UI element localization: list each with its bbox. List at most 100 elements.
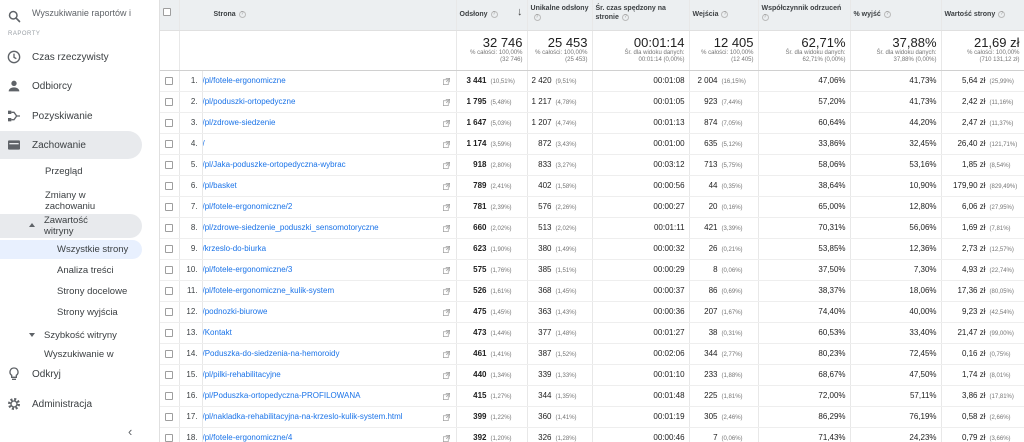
sub-site-speed[interactable]: Szybkość witryny [44, 330, 117, 341]
row-checkbox[interactable] [165, 160, 174, 169]
select-all-checkbox[interactable] [163, 8, 171, 16]
open-page-icon[interactable] [442, 245, 450, 253]
nav-admin[interactable]: Administracja [0, 390, 159, 418]
help-icon[interactable]: ? [238, 10, 246, 18]
help-icon[interactable]: ? [761, 13, 769, 21]
search-icon[interactable] [7, 9, 22, 24]
open-page-icon[interactable] [442, 371, 450, 379]
nav-acquisition[interactable]: Pozyskiwanie [0, 102, 159, 130]
page-link[interactable]: /krzeslo-do-biurka [203, 244, 431, 253]
page-link[interactable]: /pl/fotele-ergonomiczne/4 [203, 433, 431, 442]
row-checkbox[interactable] [165, 139, 174, 148]
page-link[interactable]: /podnozki-biurowe [203, 307, 431, 316]
page-link[interactable]: /pl/Jaka-poduszke-ortopedyczna-wybrac [203, 160, 431, 169]
col-unique-pageviews[interactable]: Unikalne odsłony? [527, 0, 593, 31]
col-exit[interactable]: % wyjść? [850, 0, 942, 31]
help-icon[interactable]: ? [998, 10, 1006, 18]
page-value: 2,73 zł [961, 244, 986, 253]
page-link[interactable]: / [203, 139, 431, 148]
open-page-icon[interactable] [442, 413, 450, 421]
entrances-pct: (0,21%) [721, 247, 743, 253]
open-page-icon[interactable] [442, 224, 450, 232]
col-avg-time[interactable]: Śr. czas spędzony na stronie? [592, 0, 690, 31]
collapse-sidebar-icon[interactable]: ‹ [128, 424, 132, 439]
page-link[interactable]: /pl/fotele-ergonomiczne [203, 76, 431, 85]
sub-site-search[interactable]: Wyszukiwanie w [44, 349, 114, 360]
row-checkbox[interactable] [165, 202, 174, 211]
row-checkbox[interactable] [165, 349, 174, 358]
row-checkbox[interactable] [165, 118, 174, 127]
page-link[interactable]: /pl/fotele-ergonomiczne/2 [203, 202, 431, 211]
search-input[interactable] [32, 8, 132, 18]
col-bounce-rate[interactable]: Współczynnik odrzuceń? [758, 0, 851, 31]
sub-site-content[interactable]: Zawartość witryny [0, 214, 142, 238]
open-page-icon[interactable] [442, 308, 450, 316]
nav-realtime[interactable]: Czas rzeczywisty [0, 43, 159, 71]
page-link[interactable]: /pl/fotele-ergonomiczne_kulik-system [203, 286, 431, 295]
sub-all-pages[interactable]: Wszystkie strony [0, 240, 142, 259]
row-checkbox[interactable] [165, 265, 174, 274]
row-checkbox[interactable] [165, 181, 174, 190]
row-checkbox[interactable] [165, 97, 174, 106]
row-checkbox[interactable] [165, 286, 174, 295]
row-checkbox[interactable] [165, 433, 174, 442]
pageviews-value: 1 647 [466, 118, 487, 127]
open-page-icon[interactable] [442, 98, 450, 106]
sub-behavior-flow[interactable]: Zmiany w zachowaniu [45, 190, 95, 212]
nav-audience[interactable]: Odbiorcy [0, 72, 159, 100]
page-link[interactable]: /Poduszka-do-siedzenia-na-hemoroidy [203, 349, 431, 358]
entrances-cell: 38 (0,31%) [689, 322, 759, 344]
open-page-icon[interactable] [442, 287, 450, 295]
col-page-value[interactable]: Wartość strony? [941, 0, 1024, 31]
open-page-icon[interactable] [442, 182, 450, 190]
col-page[interactable]: Strona? [179, 0, 457, 31]
open-page-icon[interactable] [442, 350, 450, 358]
page-link[interactable]: /pl/pilki-rehabilitacyjne [203, 370, 431, 379]
page-link[interactable]: /pl/Poduszka-ortopedyczna-PROFILOWANA [203, 391, 431, 400]
page-value: 26,40 zł [957, 139, 986, 148]
help-icon[interactable]: ? [621, 13, 629, 21]
open-page-icon[interactable] [442, 392, 450, 400]
page-link[interactable]: /pl/zdrowe-siedzenie [203, 118, 431, 127]
page-link[interactable]: /Kontakt [203, 328, 431, 337]
page-link[interactable]: /pl/nakladka-rehabilitacyjna-na-krzeslo-… [203, 412, 431, 421]
page-value-pct: (2,66%) [989, 415, 1011, 421]
page-link[interactable]: /pl/poduszki-ortopedyczne [203, 97, 431, 106]
expand-arrow-icon[interactable] [29, 333, 35, 337]
open-page-icon[interactable] [442, 161, 450, 169]
open-page-icon[interactable] [442, 77, 450, 85]
open-page-icon[interactable] [442, 203, 450, 211]
help-icon[interactable]: ? [533, 13, 541, 21]
page-link[interactable]: /pl/zdrowe-siedzenie_poduszki_sensomotor… [203, 223, 431, 232]
sub-overview[interactable]: Przegląd [45, 166, 83, 177]
row-checkbox[interactable] [165, 307, 174, 316]
row-checkbox[interactable] [165, 223, 174, 232]
nav-behavior[interactable]: Zachowanie [0, 131, 142, 159]
sub-exit-pages[interactable]: Strony wyjścia [57, 307, 118, 318]
sort-desc-icon[interactable]: ↓ [517, 7, 523, 18]
row-checkbox[interactable] [165, 76, 174, 85]
row-checkbox[interactable] [165, 328, 174, 337]
page-cell: /pl/basket [202, 175, 457, 197]
open-page-icon[interactable] [442, 434, 450, 442]
col-pageviews[interactable]: Odsłony? ↓ [456, 0, 528, 31]
col-entrances[interactable]: Wejścia? [689, 0, 759, 31]
sub-content-drilldown[interactable]: Analiza treści [57, 265, 114, 276]
open-page-icon[interactable] [442, 140, 450, 148]
nav-discover[interactable]: Odkryj [0, 360, 159, 388]
open-page-icon[interactable] [442, 119, 450, 127]
help-icon[interactable]: ? [721, 10, 729, 18]
row-checkbox[interactable] [165, 391, 174, 400]
open-page-icon[interactable] [442, 329, 450, 337]
page-link[interactable]: /pl/fotele-ergonomiczne/3 [203, 265, 431, 274]
collapse-arrow-icon[interactable] [29, 223, 35, 227]
row-checkbox[interactable] [165, 412, 174, 421]
page-link[interactable]: /pl/basket [203, 181, 431, 190]
help-icon[interactable]: ? [883, 10, 891, 18]
open-page-icon[interactable] [442, 266, 450, 274]
exit-cell: 12,80% [850, 196, 942, 218]
sub-landing-pages[interactable]: Strony docelowe [57, 286, 127, 297]
help-icon[interactable]: ? [490, 10, 498, 18]
row-checkbox[interactable] [165, 244, 174, 253]
row-checkbox[interactable] [165, 370, 174, 379]
